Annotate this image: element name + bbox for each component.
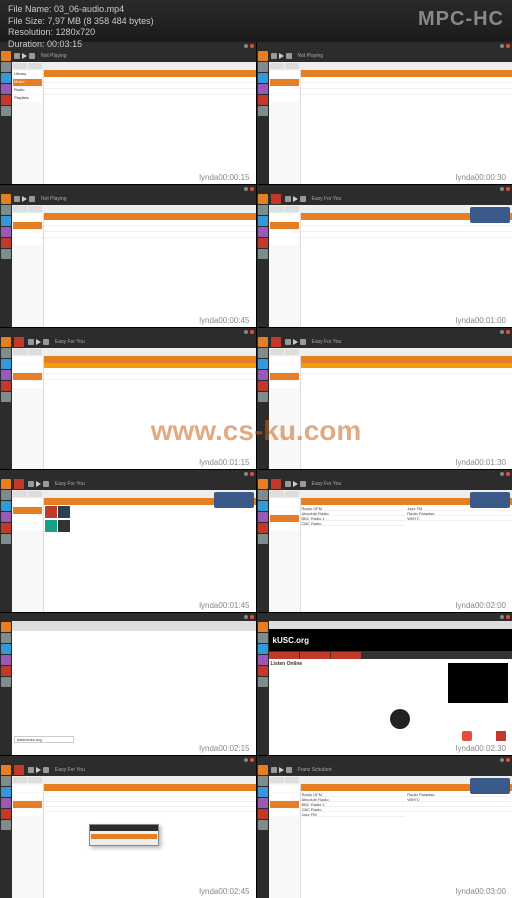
thumb-5[interactable]: Easy For You lynda00:01:15 [0, 328, 256, 470]
mpc-info-bar: File Name: 03_06-audio.mp4 File Size: 7,… [0, 0, 512, 42]
thumbnail-grid: Not Playing Library Music Radio Playlist… [0, 42, 512, 898]
site-logo[interactable]: kUSC.org [269, 629, 512, 651]
add-station-dialog [89, 824, 159, 846]
settings-icon[interactable] [1, 106, 11, 116]
player-embed[interactable] [448, 663, 508, 703]
file-size: 7,97 MB (8 358 484 bytes) [48, 16, 154, 26]
url-bar[interactable]: www.kusc.org [14, 736, 74, 743]
sidebar-item-music[interactable]: Music [13, 79, 42, 86]
column-header[interactable] [44, 70, 256, 77]
browse-button[interactable] [28, 63, 42, 69]
album-art [271, 194, 281, 204]
play-button[interactable] [22, 53, 27, 59]
thumb-7[interactable]: Easy For You [0, 470, 256, 612]
table-row[interactable] [44, 89, 256, 95]
nav-tab[interactable] [300, 652, 330, 659]
album-cover[interactable] [45, 520, 57, 532]
dash-icon[interactable] [1, 51, 11, 61]
app-icon[interactable] [1, 84, 11, 94]
sidebar-item-playlists[interactable]: Playlists [13, 95, 42, 102]
rhythmbox-icon[interactable] [1, 95, 11, 105]
library-sidebar: Library Music Radio Playlists [12, 70, 44, 184]
nav-tab[interactable] [269, 652, 299, 659]
heart-icon[interactable] [496, 731, 506, 741]
resolution: 1280x720 [56, 27, 96, 37]
firefox-window: www.kusc.org [12, 621, 256, 755]
speaker-icon[interactable] [462, 731, 472, 741]
radio-station[interactable]: CBC Radio [302, 521, 406, 526]
thumb-3[interactable]: Not Playing lynda00:00:45 [0, 185, 256, 327]
thumb-2[interactable]: Not Playing lynda00:00:30 [257, 42, 512, 184]
lynda-watermark: lynda00:00:15 [197, 173, 251, 182]
album-cover[interactable] [58, 506, 70, 518]
now-playing: Not Playing [41, 53, 67, 59]
thumb-10[interactable]: kUSC.org Listen Online lynda00:02:30 [257, 613, 512, 755]
firefox-icon[interactable] [1, 73, 11, 83]
notification-bubble [470, 207, 510, 223]
files-icon[interactable] [1, 62, 11, 72]
dialog-input[interactable] [91, 834, 157, 839]
file-name: 03_06-audio.mp4 [54, 4, 124, 14]
player-controls: Not Playing [12, 50, 256, 62]
thumb-11[interactable]: Easy For You lynda00:02:45 [0, 756, 256, 898]
thumb-12[interactable]: Franz Schubert Radio GFMAbsolute RadioBB… [257, 756, 512, 898]
album-cover[interactable] [45, 506, 57, 518]
thumb-9[interactable]: www.kusc.org lynda00:02:15 [0, 613, 256, 755]
album-cover[interactable] [58, 520, 70, 532]
notification-bubble [214, 492, 254, 508]
thumb-4[interactable]: Easy For You lynda00:01:00 [257, 185, 512, 327]
prev-button[interactable] [14, 53, 20, 59]
radio-station[interactable]: WNYC [407, 516, 511, 521]
mpc-brand: MPC-HC [418, 6, 504, 32]
nav-tab[interactable] [331, 652, 361, 659]
next-button[interactable] [29, 53, 35, 59]
track-pane [44, 70, 256, 184]
sidebar-item-library[interactable]: Library [13, 71, 42, 78]
ubuntu-launcher [0, 50, 12, 184]
thumb-6[interactable]: Easy For You lynda00:01:30 [257, 328, 512, 470]
import-button[interactable] [13, 63, 27, 69]
disc-icon [390, 709, 410, 729]
thumb-8[interactable]: Easy For You Radio GFM Absolute Radio BB… [257, 470, 512, 612]
thumb-1[interactable]: Not Playing Library Music Radio Playlist… [0, 42, 256, 184]
duration: 00:03:15 [47, 39, 82, 49]
sidebar-item-radio[interactable]: Radio [13, 87, 42, 94]
